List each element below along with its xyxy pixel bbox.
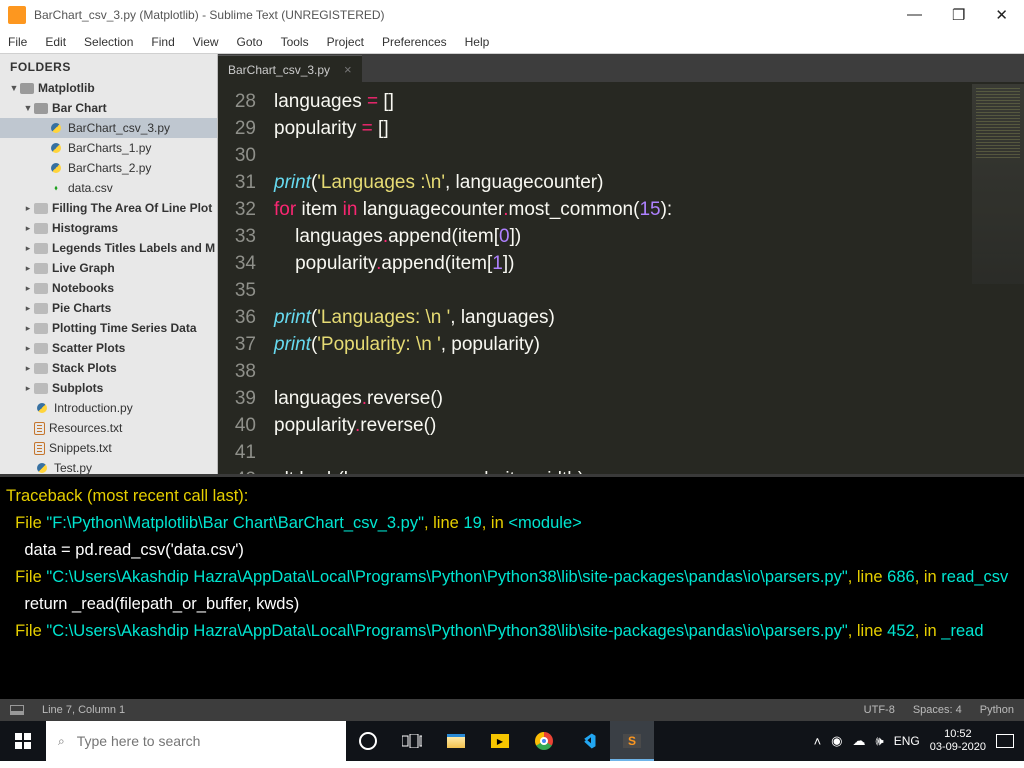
menu-help[interactable]: Help <box>465 35 490 49</box>
tab-active[interactable]: BarChart_csv_3.py × <box>218 55 362 82</box>
tree-item[interactable]: ▸Live Graph <box>0 258 217 278</box>
status-cursor: Line 7, Column 1 <box>42 704 125 716</box>
menu-preferences[interactable]: Preferences <box>382 35 447 49</box>
tray-lang[interactable]: ENG <box>894 734 920 748</box>
chrome-icon[interactable] <box>522 721 566 761</box>
code-area[interactable]: languages = []popularity = [] print('Lan… <box>274 82 1024 474</box>
menu-selection[interactable]: Selection <box>84 35 133 49</box>
titlebar: BarChart_csv_3.py (Matplotlib) - Sublime… <box>0 0 1024 30</box>
tree-item[interactable]: ▼Matplotlib <box>0 78 217 98</box>
menu-find[interactable]: Find <box>151 35 174 49</box>
potplayer-icon[interactable]: ▶ <box>478 721 522 761</box>
tree-item[interactable]: ▸Scatter Plots <box>0 338 217 358</box>
status-indent[interactable]: Spaces: 4 <box>913 704 962 716</box>
tree-item[interactable]: ▸Legends Titles Labels and M <box>0 238 217 258</box>
vscode-icon[interactable] <box>566 721 610 761</box>
tray-onedrive-icon[interactable]: ☁ <box>853 733 866 749</box>
tree-item[interactable]: ▸Notebooks <box>0 278 217 298</box>
tray-chevron-icon[interactable]: ˄ <box>814 734 822 749</box>
minimap[interactable] <box>972 84 1024 284</box>
search-icon: ⌕ <box>58 734 65 749</box>
minimize-button[interactable]: ― <box>907 6 922 24</box>
tree-item[interactable]: BarCharts_2.py <box>0 158 217 178</box>
menu-project[interactable]: Project <box>327 35 364 49</box>
tree-item[interactable]: ▸Pie Charts <box>0 298 217 318</box>
tab-close-icon[interactable]: × <box>344 62 352 77</box>
tree-item[interactable]: ▸Histograms <box>0 218 217 238</box>
tree-item[interactable]: Resources.txt <box>0 418 217 438</box>
tray-clock[interactable]: 10:52 03-09-2020 <box>930 728 986 754</box>
menu-edit[interactable]: Edit <box>45 35 66 49</box>
tree-item[interactable]: ▸Plotting Time Series Data <box>0 318 217 338</box>
close-button[interactable]: ✕ <box>995 6 1008 24</box>
taskbar-search[interactable]: ⌕ <box>46 721 346 761</box>
tree-item[interactable]: ▼Bar Chart <box>0 98 217 118</box>
tree-item[interactable]: Snippets.txt <box>0 438 217 458</box>
explorer-icon[interactable] <box>434 721 478 761</box>
tree-item[interactable]: BarChart_csv_3.py <box>0 118 217 138</box>
start-button[interactable] <box>0 721 46 761</box>
app-logo-icon <box>8 6 26 24</box>
taskview-icon[interactable] <box>390 721 434 761</box>
menu-view[interactable]: View <box>193 35 219 49</box>
sidebar-header: FOLDERS <box>0 54 217 78</box>
build-output[interactable]: Traceback (most recent call last): File … <box>0 474 1024 699</box>
cortana-icon[interactable] <box>346 721 390 761</box>
maximize-button[interactable]: ❐ <box>952 6 965 24</box>
tree-item[interactable]: ⬪data.csv <box>0 178 217 198</box>
tree-item[interactable]: ▸Subplots <box>0 378 217 398</box>
tray-notifications-icon[interactable] <box>996 734 1014 748</box>
tree-item[interactable]: ▸Filling The Area Of Line Plot <box>0 198 217 218</box>
menu-tools[interactable]: Tools <box>281 35 309 49</box>
tree-item[interactable]: BarCharts_1.py <box>0 138 217 158</box>
menubar: File Edit Selection Find View Goto Tools Projec… <box>0 30 1024 54</box>
editor: BarChart_csv_3.py × 28293031323334353637… <box>218 54 1024 474</box>
panel-toggle-icon[interactable] <box>10 705 24 715</box>
menu-goto[interactable]: Goto <box>237 35 263 49</box>
sublime-icon[interactable]: S <box>610 721 654 761</box>
sidebar: FOLDERS ▼Matplotlib▼Bar ChartBarChart_cs… <box>0 54 218 474</box>
status-encoding[interactable]: UTF-8 <box>864 704 895 716</box>
tab-label: BarChart_csv_3.py <box>228 63 330 77</box>
status-bar: Line 7, Column 1 UTF-8 Spaces: 4 Python <box>0 699 1024 721</box>
window-title: BarChart_csv_3.py (Matplotlib) - Sublime… <box>34 8 385 22</box>
tree-item[interactable]: Introduction.py <box>0 398 217 418</box>
taskbar: ⌕ ▶ S ˄ ◉ ☁ 🕪 ENG 10:52 03-09-2020 <box>0 721 1024 761</box>
tray-volume-icon[interactable]: 🕪 <box>876 733 884 749</box>
search-input[interactable] <box>77 733 334 749</box>
tray-location-icon[interactable]: ◉ <box>831 733 842 749</box>
tabbar: BarChart_csv_3.py × <box>218 54 1024 82</box>
gutter: 282930313233343536373839404142 <box>218 82 274 474</box>
status-syntax[interactable]: Python <box>980 704 1014 716</box>
tree-item[interactable]: Test.py <box>0 458 217 474</box>
menu-file[interactable]: File <box>8 35 27 49</box>
tree-item[interactable]: ▸Stack Plots <box>0 358 217 378</box>
